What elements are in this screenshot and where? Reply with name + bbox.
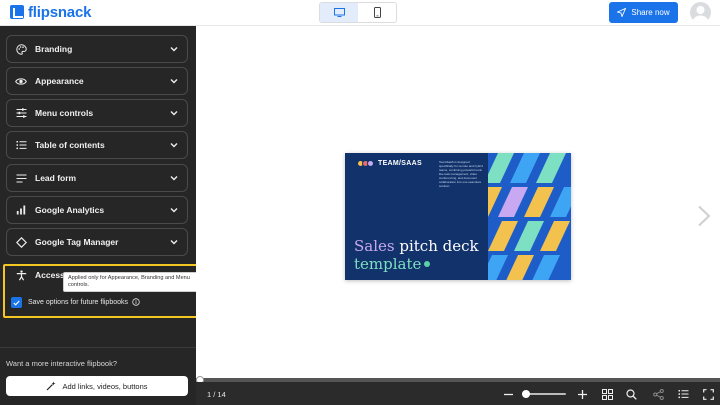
panel-lead-form[interactable]: Lead form [6,164,188,192]
cover-pattern [488,153,571,280]
viewer-toolbar [196,382,720,405]
user-icon [693,6,708,23]
add-links-label: Add links, videos, buttons [62,381,148,391]
cover-title-line2-text: template [354,255,422,273]
chevron-down-icon [169,173,179,183]
diamond-icon [15,236,27,248]
device-toggle [319,2,397,23]
chevron-down-icon [169,205,179,215]
chevron-down-icon [169,140,179,150]
user-avatar[interactable] [690,2,711,23]
seal-icon [424,261,431,267]
grid-view-button[interactable] [600,387,614,401]
top-bar: flipsnack Share now [0,0,720,26]
interactive-prompt: Want a more interactive flipbook? [6,359,118,368]
table-of-contents-button[interactable] [676,387,690,401]
mobile-view-button[interactable] [358,3,396,22]
palette-icon [15,43,27,55]
panel-google-tag-manager[interactable]: Google Tag Manager [6,228,188,256]
share-now-label: Share now [631,8,670,17]
zoom-out-button[interactable] [501,387,515,401]
monitor-icon [333,7,345,17]
panel-label: Branding [35,44,73,54]
grid-icon [601,388,613,400]
panel-label: Appearance [35,76,84,86]
share-icon [652,388,664,400]
save-options-tooltip: Applied only for Appearance, Branding an… [63,272,211,292]
cover-title-rest: pitch deck [394,237,479,255]
search-icon [625,388,637,400]
chevron-down-icon [169,237,179,247]
cover-title-line2: template [354,255,431,273]
form-lines-icon [15,172,27,184]
panel-label: Lead form [35,173,77,183]
chevron-down-icon [169,76,179,86]
panel-google-analytics[interactable]: Google Analytics [6,196,188,224]
fullscreen-icon [702,388,714,400]
bar-chart-icon [15,204,27,216]
share-button[interactable] [651,387,665,401]
panel-appearance[interactable]: Appearance [6,67,188,95]
search-button[interactable] [624,387,638,401]
magic-wand-icon [47,381,56,391]
next-page-arrow-icon[interactable] [696,205,712,227]
panel-label: Google Tag Manager [35,237,119,247]
fullscreen-button[interactable] [701,387,715,401]
panel-label: Table of contents [35,140,105,150]
flipsnack-logo[interactable]: flipsnack [10,3,92,21]
desktop-view-button[interactable] [320,3,358,22]
panel-label: Menu controls [35,108,94,118]
list-icon [678,390,688,399]
send-icon [617,8,627,17]
cover-brand-name: TEAM/SAAS [378,160,422,167]
cover-title-line1: Sales pitch deck [354,237,479,255]
add-links-button[interactable]: Add links, videos, buttons [6,376,188,396]
page-indicator: 1 / 14 [207,390,226,399]
share-now-button[interactable]: Share now [609,2,678,23]
zoom-in-icon [577,389,587,399]
chevron-down-icon [169,44,179,54]
zoom-out-icon [503,393,513,395]
flipbook-cover[interactable]: TEAM/SAAS TeamSaaS is designed specifica… [345,153,571,280]
logo-text: flipsnack [28,3,92,21]
dot-purple [367,160,374,167]
chevron-down-icon [169,108,179,118]
zoom-in-button[interactable] [575,387,589,401]
panel-label: Google Analytics [35,205,105,215]
panel-menu-controls[interactable]: Menu controls [6,99,188,127]
logo-mark-icon [10,5,24,19]
cover-brand: TEAM/SAAS [357,160,422,167]
cover-blurb: TeamSaaS is designed specifically for re… [439,160,483,188]
panel-table-of-contents[interactable]: Table of contents [6,131,188,159]
list-icon [15,139,27,151]
phone-icon [373,7,381,18]
sliders-icon [15,107,27,119]
cover-title-accent: Sales [354,237,395,255]
brand-dots-icon [357,160,374,167]
sidebar-divider [0,347,196,348]
panel-branding[interactable]: Branding [6,35,188,63]
eye-icon [15,75,27,87]
